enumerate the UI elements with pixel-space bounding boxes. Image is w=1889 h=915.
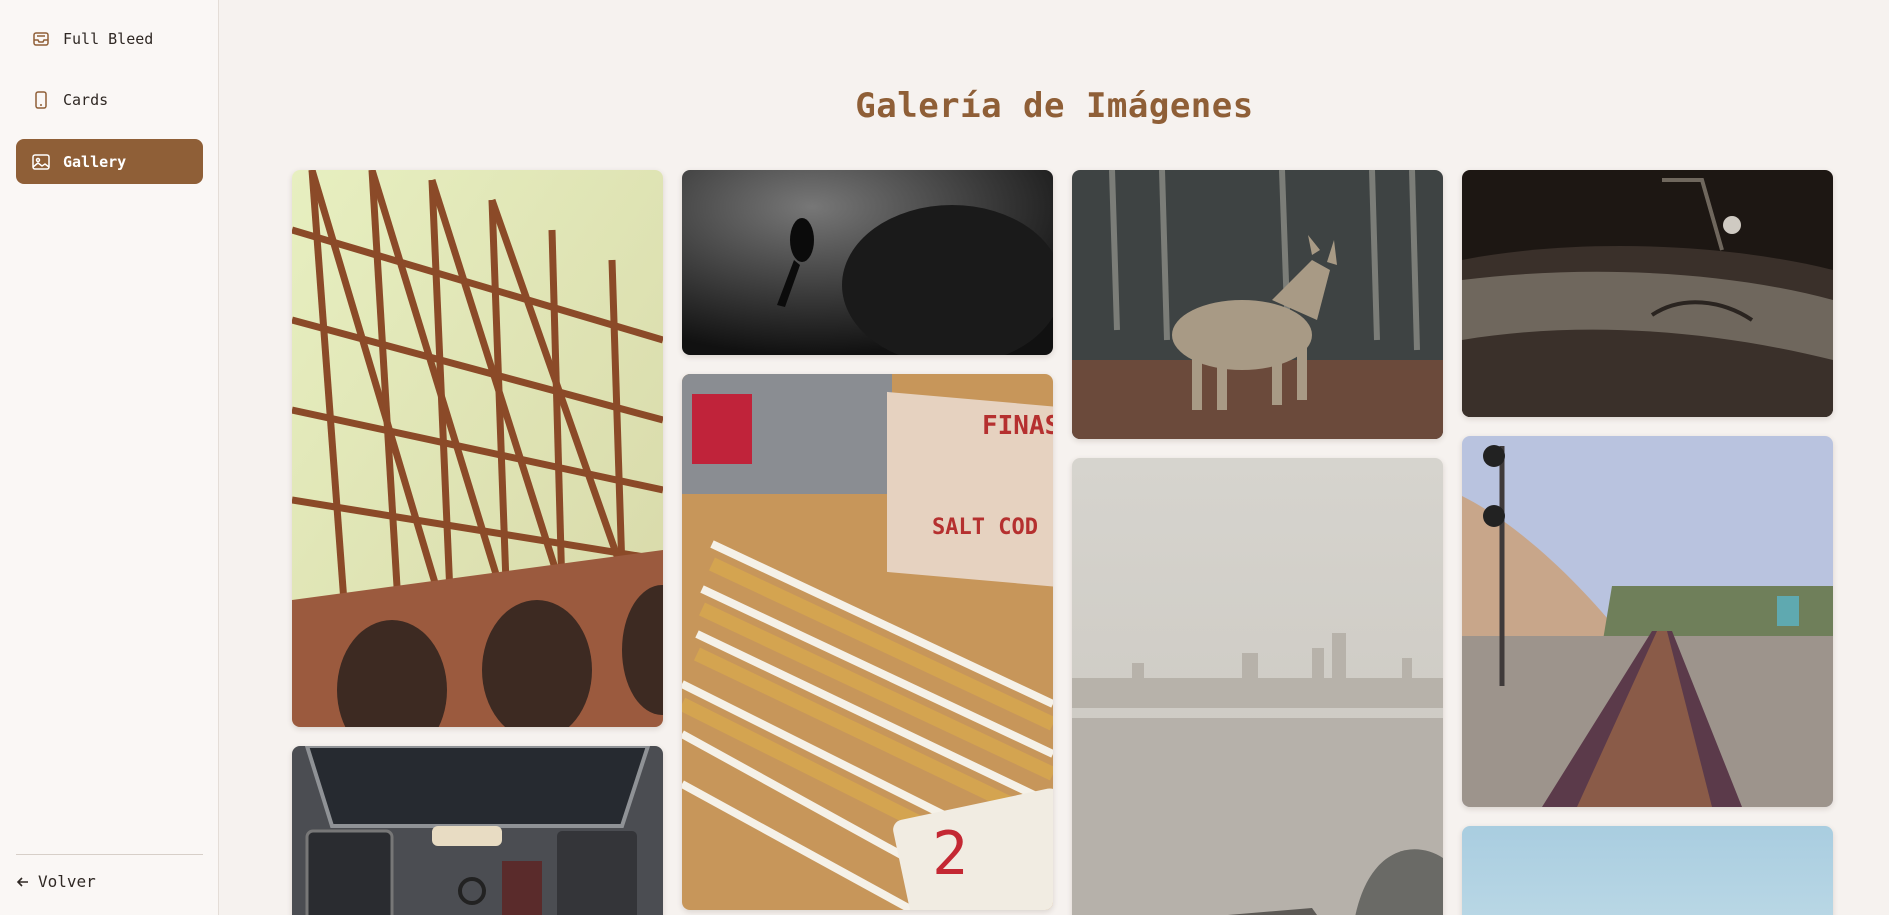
phone-icon (35, 90, 47, 109)
nav-item-label: Full Bleed (63, 29, 154, 48)
car-image (1462, 170, 1833, 417)
svg-text:SALT COD: SALT COD (932, 515, 1038, 540)
page-title: Galería de Imágenes (855, 86, 1254, 126)
gallery-image-rulers[interactable]: FINAS SALT COD 2 (682, 374, 1053, 910)
bridge-image (292, 170, 663, 727)
gallery-image-railroad[interactable] (1462, 436, 1833, 807)
gallery-image-diver[interactable] (682, 170, 1053, 355)
diver-image (682, 170, 1053, 355)
svg-text:2: 2 (932, 819, 968, 889)
gallery-image-desk[interactable] (292, 746, 663, 915)
railroad-image (1462, 436, 1833, 807)
back-button[interactable]: Volver (16, 872, 96, 891)
gallery-image-car[interactable] (1462, 170, 1833, 417)
nav-item-full-bleed[interactable]: Full Bleed (16, 16, 203, 61)
gallery-image-skyline[interactable] (1072, 458, 1443, 915)
sky-image (1462, 826, 1833, 915)
sidebar: Full Bleed Cards Gallery Volver (0, 0, 219, 915)
gallery-image-coyote[interactable] (1072, 170, 1443, 439)
gallery-image-bridge[interactable] (292, 170, 663, 727)
arrow-left-icon (16, 876, 28, 887)
svg-text:FINAS: FINAS (982, 411, 1053, 441)
nav-item-label: Gallery (63, 152, 127, 171)
nav-item-cards[interactable]: Cards (16, 77, 203, 122)
coyote-image (1072, 170, 1443, 439)
gallery-image-sky[interactable] (1462, 826, 1833, 915)
skyline-image (1072, 458, 1443, 915)
nav-item-label: Cards (63, 90, 109, 109)
back-label: Volver (38, 872, 96, 891)
tray-icon (33, 31, 49, 46)
rulers-image: FINAS SALT COD 2 (682, 374, 1053, 910)
desk-image (292, 746, 663, 915)
nav-item-gallery[interactable]: Gallery (16, 139, 203, 184)
image-icon (32, 153, 50, 170)
sidebar-divider (16, 854, 203, 855)
